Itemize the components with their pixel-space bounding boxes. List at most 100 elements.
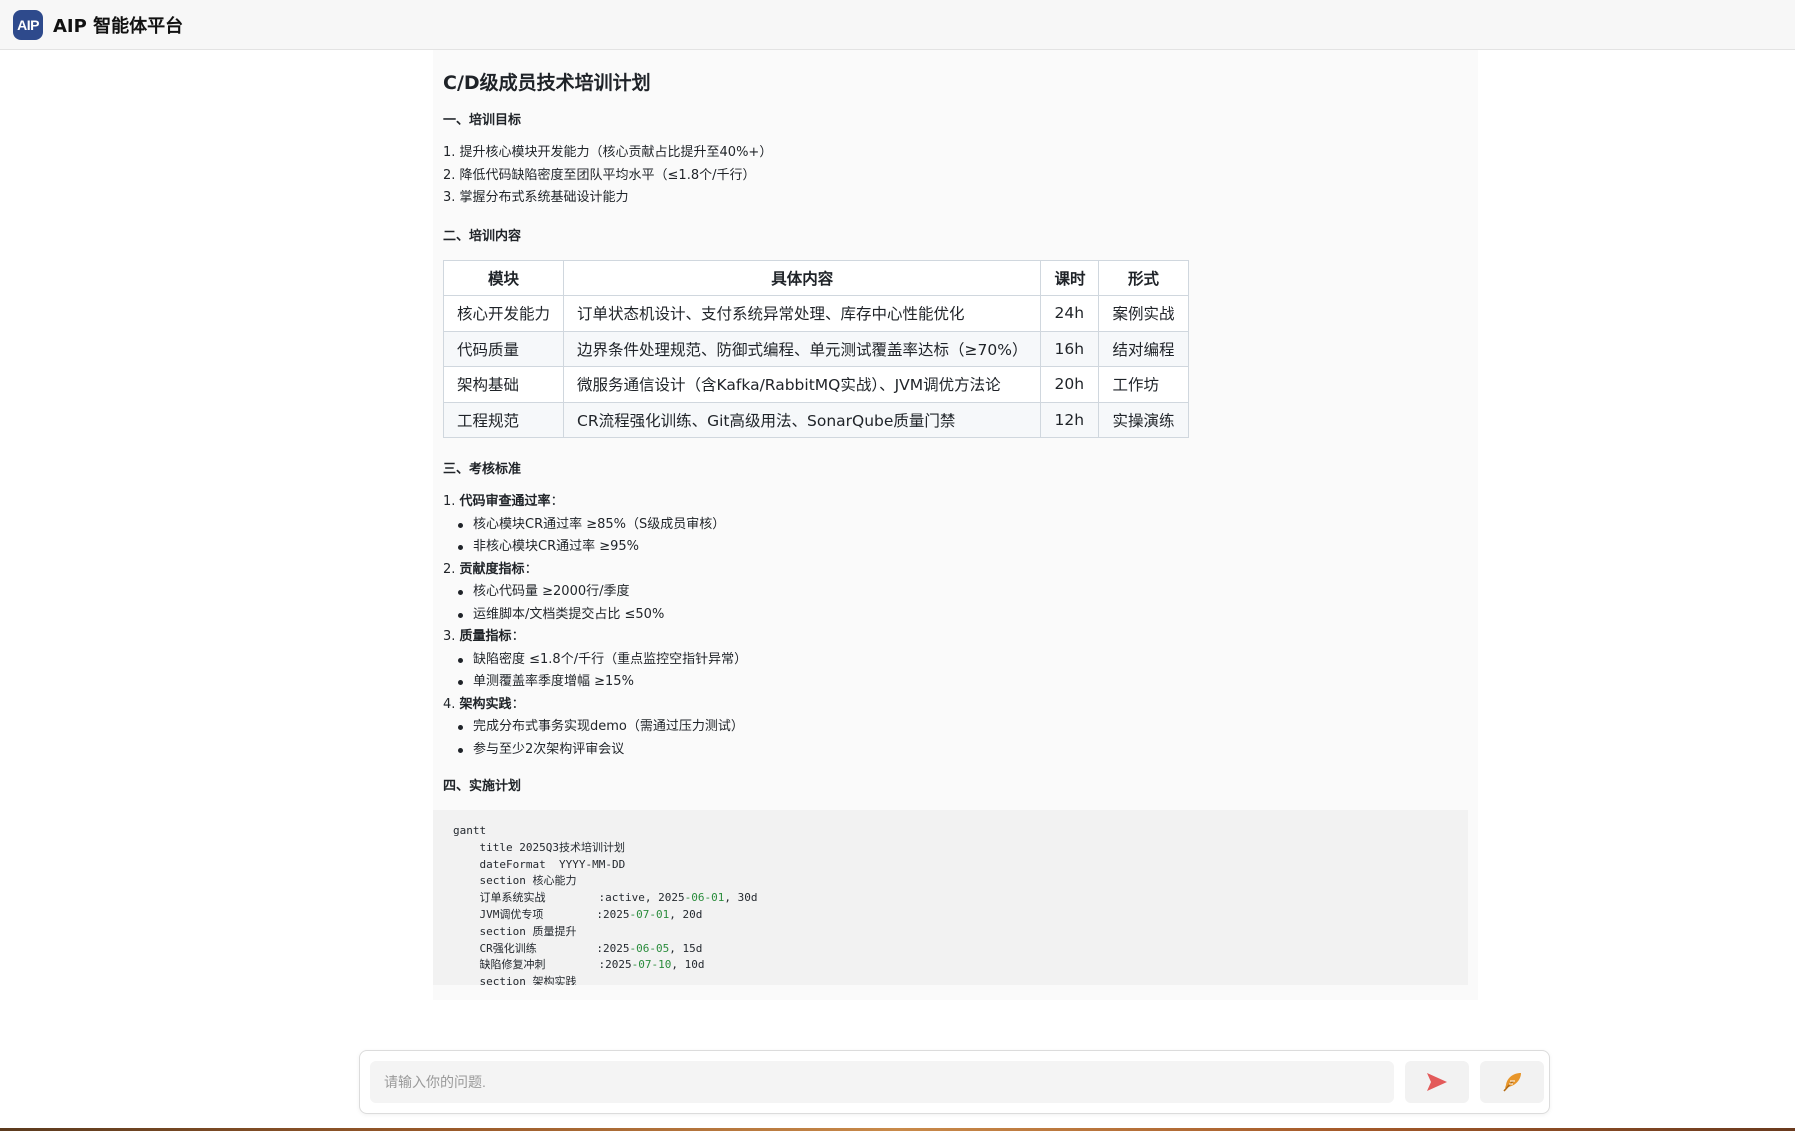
table-header-cell: 具体内容	[563, 259, 1042, 296]
list-item: 缺陷密度 ≤1.8个/千行（重点监控空指针异常）	[443, 649, 1468, 672]
table-cell: 20h	[1040, 366, 1100, 403]
code-number: -05	[649, 941, 670, 955]
code-text: 缺陷修复冲刺 :2025	[453, 958, 632, 972]
assessment-number: 2.	[443, 561, 460, 577]
app-title: AIP 智能体平台	[53, 15, 184, 37]
code-text: CR强化训练 :2025	[453, 941, 630, 955]
table-cell: 边界条件处理规范、防御式编程、单元测试覆盖率达标（≥70%）	[563, 330, 1042, 367]
assessment-number: 3.	[443, 629, 460, 644]
code-number: -01	[649, 907, 670, 921]
document-title: C/D级成员技术培训计划	[443, 72, 651, 94]
assessment-label: 质量指标	[459, 629, 512, 644]
table-row: 架构基础 微服务通信设计（含Kafka/RabbitMQ实战）、JVM调优方法论 2…	[442, 366, 1189, 403]
table-cell: 工程规范	[442, 401, 565, 438]
assessment-sublist: 完成分布式事务实现demo（需通过压力测试） 参与至少2次架构评审会议	[443, 716, 1468, 761]
table-cell: 12h	[1040, 401, 1100, 438]
code-content: gantt title 2025Q3技术培训计划 dateFormat YYYY…	[453, 823, 1448, 985]
table-row: 工程规范 CR流程强化训练、Git高级用法、SonarQube质量门禁 12h 实操演…	[442, 401, 1189, 438]
code-number: -06	[684, 891, 705, 905]
feather-button[interactable]	[1480, 1061, 1544, 1103]
list-item: 核心模块CR通过率 ≥85%（S级成员审核）	[443, 514, 1468, 537]
code-line: section 质量提升	[453, 924, 577, 938]
chat-input-bar	[359, 1050, 1550, 1114]
table-cell: 微服务通信设计（含Kafka/RabbitMQ实战）、JVM调优方法论	[563, 366, 1042, 403]
code-line: section 架构实践	[453, 975, 577, 985]
list-item: 运维脚本/文档类提交占比 ≤50%	[443, 604, 1468, 627]
list-item: 核心代码量 ≥2000行/季度	[443, 581, 1468, 604]
assessment-list: 1. 代码审查通过率： 核心模块CR通过率 ≥85%（S级成员审核） 非核心模块CR…	[443, 491, 1468, 761]
assessment-number: 4.	[443, 696, 460, 712]
goal-item: 3. 掌握分布式系统基础设计能力	[443, 190, 629, 205]
code-text: , 30d	[724, 891, 758, 905]
list-item: 单测覆盖率季度增幅 ≥15%	[443, 671, 1468, 694]
code-line: 订单系统实战 :active, 2025-06-01, 30d	[453, 890, 1448, 907]
list-item: 参与至少2次架构评审会议	[443, 739, 1468, 762]
assessment-item: 1. 代码审查通过率：	[443, 491, 1468, 514]
send-icon	[1427, 1073, 1447, 1091]
app-logo[interactable]: AIP	[13, 9, 43, 40]
code-text: JVM调优专项 :2025	[453, 907, 630, 921]
assessment-suffix: ：	[511, 696, 525, 712]
table-row: 核心开发能力 订单状态机设计、支付系统异常处理、库存中心性能优化 24h 案例实战	[442, 295, 1189, 332]
code-text: , 20d	[669, 907, 703, 921]
assessment-sublist: 缺陷密度 ≤1.8个/千行（重点监控空指针异常） 单测覆盖率季度增幅 ≥15%	[443, 649, 1468, 694]
assessment-suffix: ：	[550, 494, 564, 509]
code-line: title 2025Q3技术培训计划	[453, 840, 625, 854]
assessment-label: 贡献度指标	[459, 561, 525, 577]
table-cell: CR流程强化训练、Git高级用法、SonarQube质量门禁	[563, 401, 1042, 438]
code-line: section 核心能力	[453, 874, 577, 888]
code-text: , 10d	[671, 958, 705, 972]
table-row: 代码质量 边界条件处理规范、防御式编程、单元测试覆盖率达标（≥70%） 16h 结对编…	[442, 330, 1189, 367]
table-cell: 工作坊	[1098, 366, 1189, 403]
table-cell: 案例实战	[1098, 295, 1189, 332]
code-line: 缺陷修复冲刺 :2025-07-10, 10d	[453, 957, 1448, 974]
code-line: JVM调优专项 :2025-07-01, 20d	[453, 907, 1448, 924]
table-cell: 实操演练	[1098, 401, 1189, 438]
goal-item: 2. 降低代码缺陷密度至团队平均水平（≤1.8个/千行）	[443, 167, 756, 183]
table-header-cell: 课时	[1040, 259, 1100, 296]
table-cell: 核心开发能力	[442, 295, 565, 332]
table-cell: 订单状态机设计、支付系统异常处理、库存中心性能优化	[563, 295, 1042, 332]
list-item: 完成分布式事务实现demo（需通过压力测试）	[443, 716, 1468, 739]
content-heading: 二、培训内容	[443, 228, 522, 244]
plan-heading: 四、实施计划	[443, 779, 522, 794]
table-cell: 24h	[1040, 295, 1100, 332]
code-text: 订单系统实战 :active, 2025	[453, 891, 685, 905]
assessment-label: 代码审查通过率	[459, 494, 551, 509]
assessment-heading: 三、考核标准	[443, 462, 522, 477]
training-table: 模块 具体内容 课时 形式 核心开发能力 订单状态机设计、支付系统异常处理、库存中心性能…	[442, 259, 1189, 438]
table-cell: 结对编程	[1098, 330, 1189, 367]
code-text: , 15d	[669, 941, 703, 955]
goals-list: 1. 提升核心模块开发能力（核心贡献占比提升至40%+） 2. 降低代码缺陷密度至…	[443, 142, 1468, 210]
question-input[interactable]	[370, 1061, 1394, 1103]
feather-icon	[1503, 1073, 1521, 1092]
send-button[interactable]	[1405, 1061, 1469, 1103]
chat-message-content: C/D级成员技术培训计划 一、培训目标 1. 提升核心模块开发能力（核心贡献占比…	[433, 50, 1478, 1000]
table-header-row: 模块 具体内容 课时 形式	[442, 259, 1189, 296]
list-item: 非核心模块CR通过率 ≥95%	[443, 536, 1468, 559]
goal-item: 1. 提升核心模块开发能力（核心贡献占比提升至40%+）	[443, 145, 773, 160]
table-header-cell: 模块	[442, 259, 565, 296]
table-cell: 16h	[1040, 330, 1100, 367]
code-line: gantt	[453, 824, 487, 837]
assessment-suffix: ：	[511, 629, 525, 644]
assessment-item: 4. 架构实践：	[443, 694, 1468, 717]
assessment-number: 1.	[443, 494, 460, 509]
code-number: -07	[631, 958, 652, 972]
code-number: -07	[629, 907, 650, 921]
assessment-item: 2. 贡献度指标：	[443, 559, 1468, 582]
assessment-sublist: 核心模块CR通过率 ≥85%（S级成员审核） 非核心模块CR通过率 ≥95%	[443, 514, 1468, 559]
code-line: dateFormat YYYY-MM-DD	[453, 857, 626, 871]
goals-heading: 一、培训目标	[443, 113, 522, 128]
code-number: -10	[651, 958, 672, 972]
code-line: CR强化训练 :2025-06-05, 15d	[453, 941, 1448, 958]
table-cell: 代码质量	[442, 330, 565, 367]
assessment-label: 架构实践	[459, 696, 512, 712]
assessment-suffix: ：	[524, 561, 538, 577]
table-cell: 架构基础	[442, 366, 565, 403]
table-header-cell: 形式	[1098, 259, 1189, 296]
gantt-code-block: gantt title 2025Q3技术培训计划 dateFormat YYYY…	[433, 810, 1468, 985]
code-number: -01	[704, 891, 725, 905]
code-number: -06	[629, 941, 650, 955]
top-bar: AIP AIP 智能体平台	[0, 0, 1795, 50]
